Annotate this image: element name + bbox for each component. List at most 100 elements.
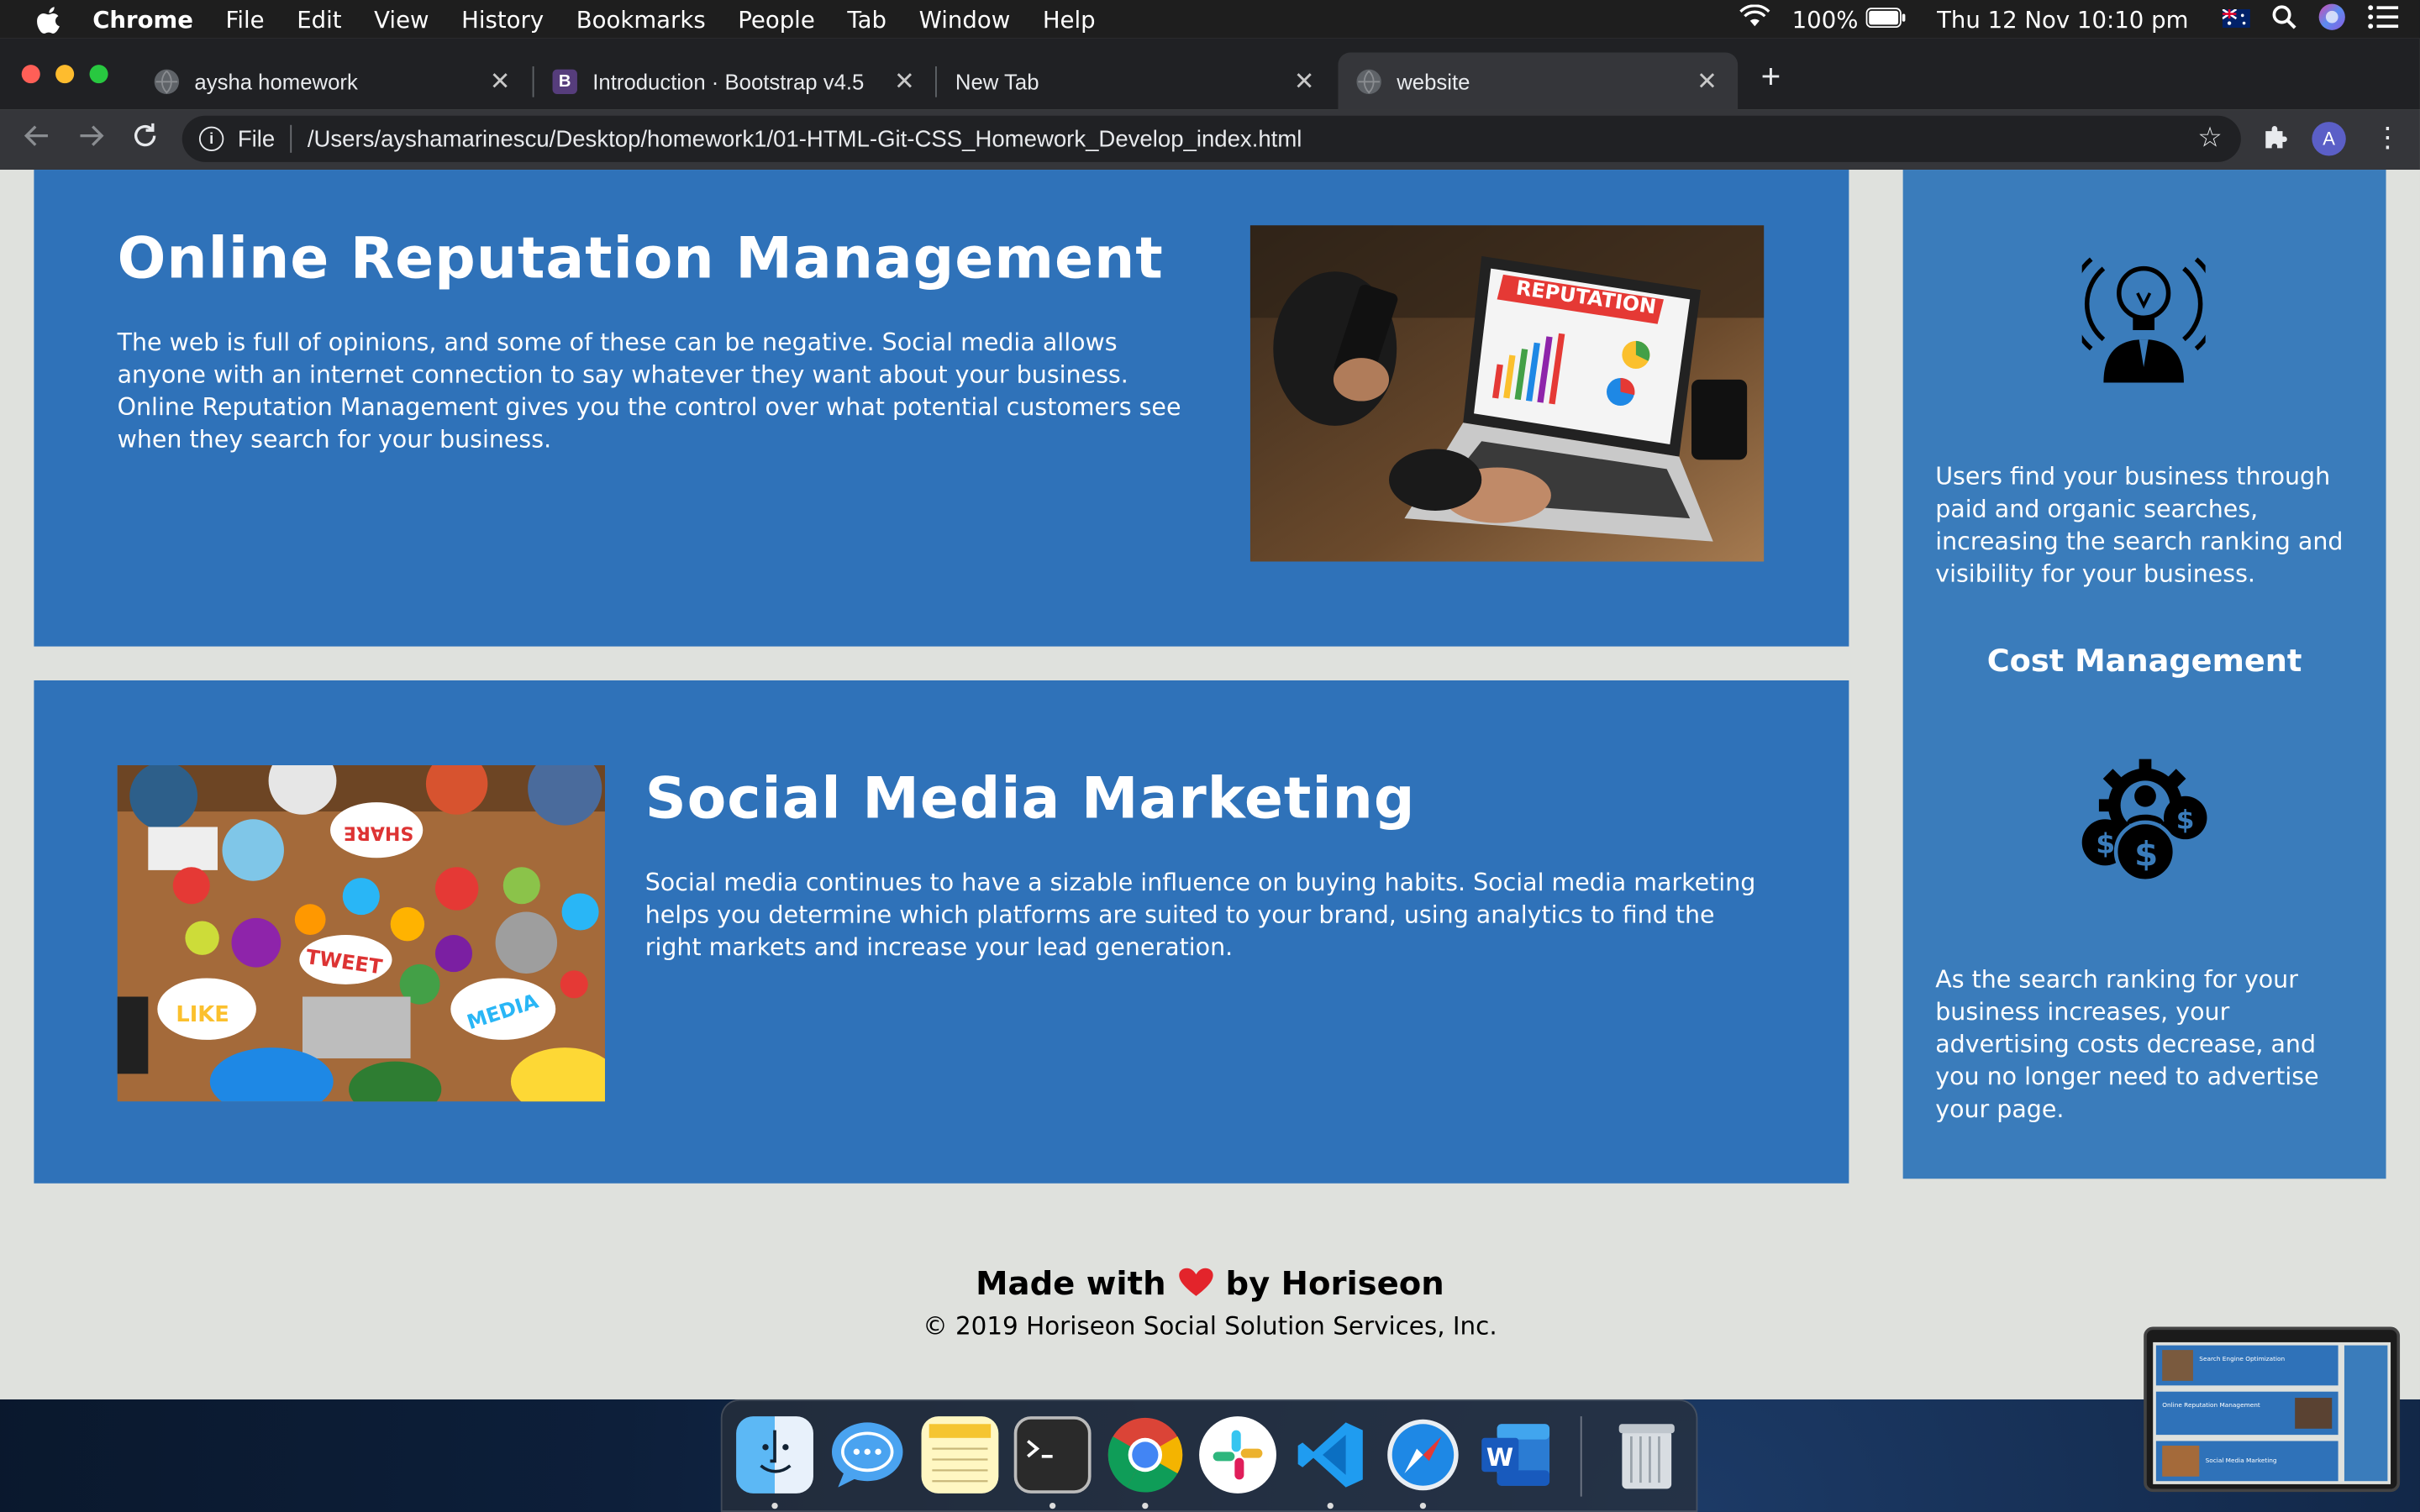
- chrome-menu-icon[interactable]: ⋮: [2374, 122, 2402, 155]
- tab-aysha-homework[interactable]: aysha homework ✕: [136, 52, 531, 109]
- dock-divider: [1580, 1416, 1582, 1497]
- dock-running-indicator: [771, 1502, 778, 1509]
- browser-toolbar: i File /Users/ayshamarinescu/Desktop/hom…: [0, 109, 2420, 171]
- tab-new-tab[interactable]: New Tab ✕: [937, 52, 1335, 109]
- tab-title: Introduction · Bootstrap v4.5: [592, 68, 865, 94]
- battery-percent: 100%: [1791, 5, 1859, 34]
- close-tab-icon[interactable]: ✕: [1695, 66, 1719, 97]
- reload-icon[interactable]: [128, 122, 161, 155]
- orm-paragraph: The web is full of opinions, and some of…: [117, 328, 1181, 454]
- menu-file[interactable]: File: [226, 5, 265, 33]
- smm-heading: Social Media Marketing: [644, 765, 1416, 832]
- new-tab-button[interactable]: +: [1761, 60, 1781, 94]
- tab-title: New Tab: [955, 68, 1039, 94]
- like-bubble-text: LIKE: [176, 1002, 229, 1027]
- aside-paragraph-1: Users find your business through paid an…: [1935, 463, 2344, 588]
- aside-paragraph-2: As the search ranking for your business …: [1935, 965, 2319, 1124]
- tab-website[interactable]: website ✕: [1338, 52, 1739, 110]
- menu-window[interactable]: Window: [919, 5, 1011, 33]
- notes-icon[interactable]: [921, 1416, 999, 1494]
- social-media-table-image: SHARE TWEET LIKE MEDIA: [117, 765, 605, 1102]
- smm-paragraph: Social media continues to have a sizable…: [644, 869, 1756, 962]
- clock[interactable]: Thu 12 Nov 10:10 pm: [1937, 5, 2188, 33]
- page-viewport[interactable]: Online Reputation Management The web is …: [0, 170, 2420, 1399]
- address-bar[interactable]: i File /Users/ayshamarinescu/Desktop/hom…: [182, 115, 2241, 162]
- menu-app-name[interactable]: Chrome: [92, 5, 193, 33]
- spotlight-search-icon[interactable]: [2272, 4, 2296, 35]
- menu-view[interactable]: View: [374, 5, 429, 33]
- menu-people[interactable]: People: [738, 5, 815, 33]
- slack-icon[interactable]: [1199, 1416, 1276, 1494]
- control-center-icon[interactable]: [2367, 4, 2399, 35]
- menu-tab[interactable]: Tab: [847, 5, 886, 33]
- dock-running-indicator: [1327, 1502, 1334, 1509]
- cost-management-heading: Cost Management: [1986, 642, 2302, 680]
- made-with-line: Made with by Horiseon: [0, 1265, 2420, 1302]
- cost-gear-dollar-icon: $ $ $: [2079, 756, 2212, 885]
- safari-icon[interactable]: [1385, 1416, 1462, 1494]
- menu-history[interactable]: History: [461, 5, 544, 33]
- url-text[interactable]: /Users/ayshamarinescu/Desktop/homework1/…: [308, 126, 1302, 152]
- svg-text:$: $: [2134, 833, 2158, 874]
- menu-edit[interactable]: Edit: [297, 5, 341, 33]
- messages-icon[interactable]: [829, 1416, 906, 1494]
- minimize-window-button[interactable]: [55, 65, 75, 84]
- wifi-icon[interactable]: [1739, 4, 1770, 34]
- battery-icon[interactable]: [1865, 5, 1907, 33]
- close-tab-icon[interactable]: ✕: [892, 66, 917, 97]
- orm-section: Online Reputation Management The web is …: [34, 170, 1849, 647]
- thumb-label-smm: Social Media Marketing: [2206, 1457, 2277, 1464]
- apple-icon[interactable]: [34, 5, 65, 33]
- screenshot-preview-thumbnail[interactable]: Search Engine Optimization Online Reputa…: [2144, 1326, 2401, 1493]
- share-bubble-text: SHARE: [344, 822, 413, 843]
- bootstrap-icon: B: [552, 68, 577, 94]
- trash-icon[interactable]: [1608, 1416, 1686, 1494]
- macos-menubar: Chrome File Edit View History Bookmarks …: [0, 0, 2420, 39]
- dock-running-indicator: [1142, 1502, 1149, 1509]
- terminal-icon[interactable]: [1013, 1416, 1092, 1494]
- desktop: Chrome File Edit View History Bookmarks …: [0, 0, 2420, 1512]
- chrome-icon[interactable]: [1107, 1416, 1184, 1494]
- profile-avatar[interactable]: A: [2312, 122, 2346, 156]
- extensions-puzzle-icon[interactable]: [2261, 123, 2289, 151]
- dock-running-indicator: [1419, 1502, 1427, 1509]
- tab-title: website: [1397, 68, 1470, 94]
- page-footer: Made with by Horiseon © 2019 Horiseon So…: [0, 1265, 2420, 1341]
- macos-dock: W: [720, 1399, 1698, 1512]
- siri-icon[interactable]: [2318, 3, 2346, 36]
- address-divider: [290, 124, 292, 153]
- globe-icon: [1356, 68, 1381, 94]
- menu-help[interactable]: Help: [1043, 5, 1096, 33]
- forward-icon[interactable]: [74, 122, 108, 155]
- word-icon[interactable]: W: [1477, 1416, 1555, 1494]
- lightbulb-person-icon: [2068, 250, 2220, 383]
- reputation-laptop-image: REPUTATION: [1249, 225, 1765, 562]
- svg-text:$: $: [2176, 805, 2195, 835]
- close-tab-icon[interactable]: ✕: [1292, 66, 1316, 97]
- dock-running-indicator: [1049, 1502, 1056, 1509]
- bookmark-star-icon[interactable]: ☆: [2197, 122, 2223, 155]
- flag-au-icon[interactable]: [2222, 5, 2250, 33]
- copyright: © 2019 Horiseon Social Solution Services…: [923, 1311, 1497, 1341]
- orm-heading: Online Reputation Management: [117, 225, 1164, 292]
- vscode-icon[interactable]: [1292, 1416, 1369, 1494]
- close-window-button[interactable]: [21, 65, 40, 84]
- info-icon[interactable]: i: [198, 126, 224, 151]
- heart-icon: [1177, 1267, 1214, 1298]
- back-icon[interactable]: [20, 122, 54, 155]
- thumb-label-orm: Online Reputation Management: [2162, 1401, 2260, 1409]
- made-with-suffix: by Horiseon: [1225, 1265, 1444, 1303]
- benefits-sidebar: Users find your business through paid an…: [1902, 170, 2386, 1179]
- menu-bookmarks[interactable]: Bookmarks: [576, 5, 706, 33]
- close-tab-icon[interactable]: ✕: [487, 66, 512, 97]
- maximize-window-button[interactable]: [89, 65, 108, 84]
- chrome-window: aysha homework ✕ B Introduction · Bootst…: [0, 38, 2420, 1399]
- svg-text:W: W: [1486, 1443, 1513, 1472]
- finder-icon[interactable]: [736, 1416, 813, 1494]
- globe-icon: [154, 68, 180, 94]
- smm-section: SHARE TWEET LIKE MEDIA Social Media Mark…: [34, 680, 1849, 1184]
- tab-title: aysha homework: [194, 68, 358, 94]
- thumb-label-seo: Search Engine Optimization: [2199, 1355, 2285, 1362]
- made-with-prefix: Made with: [976, 1265, 1166, 1303]
- tab-bootstrap[interactable]: B Introduction · Bootstrap v4.5 ✕: [534, 52, 935, 109]
